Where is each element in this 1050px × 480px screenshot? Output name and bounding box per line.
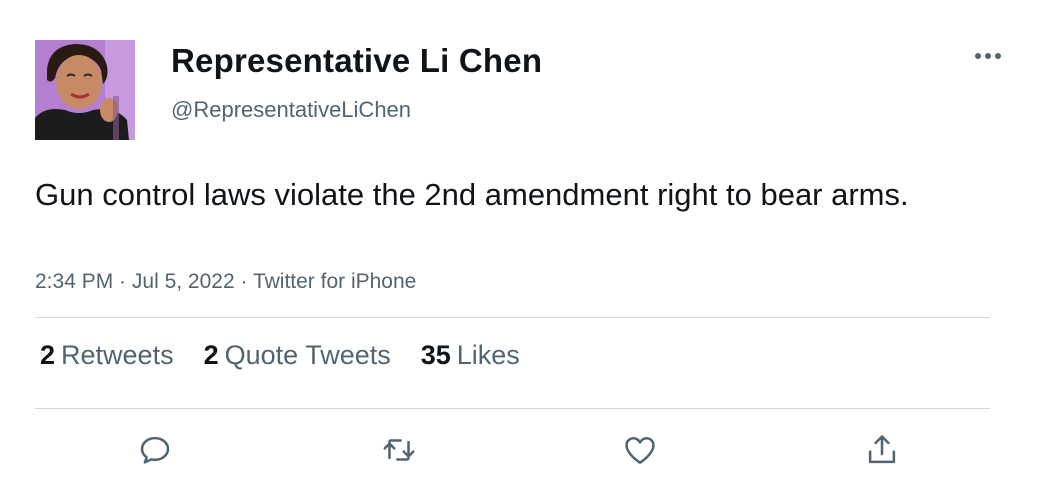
like-button[interactable]	[620, 430, 660, 470]
avatar-image	[35, 40, 135, 140]
share-button[interactable]	[862, 430, 902, 470]
likes-label: Likes	[456, 340, 520, 370]
tweet-source[interactable]: Twitter for iPhone	[253, 270, 416, 293]
retweets-label: Retweets	[61, 340, 174, 370]
reply-icon	[140, 436, 170, 464]
tweet-stats: 2 Retweets 2 Quote Tweets 35 Likes	[40, 340, 550, 371]
divider	[35, 317, 990, 318]
avatar[interactable]	[35, 40, 135, 140]
retweets-stat[interactable]: 2 Retweets	[40, 340, 174, 371]
more-icon	[975, 53, 1001, 59]
likes-stat[interactable]: 35 Likes	[421, 340, 520, 371]
tweet-actions	[0, 430, 1050, 470]
quote-tweets-count: 2	[203, 340, 219, 370]
meta-separator: ·	[113, 270, 132, 293]
tweet-time[interactable]: 2:34 PM	[35, 270, 113, 293]
tweet-metadata: 2:34 PM · Jul 5, 2022 · Twitter for iPho…	[35, 270, 416, 294]
tweet-date[interactable]: Jul 5, 2022	[132, 270, 235, 293]
quote-tweets-stat[interactable]: 2 Quote Tweets	[204, 340, 391, 371]
divider	[35, 408, 990, 409]
reply-button[interactable]	[135, 430, 175, 470]
display-name[interactable]: Representative Li Chen	[171, 42, 542, 80]
likes-count: 35	[420, 340, 451, 370]
share-icon	[868, 435, 896, 464]
meta-separator: ·	[234, 270, 253, 293]
user-handle[interactable]: @RepresentativeLiChen	[171, 97, 411, 123]
like-icon	[625, 437, 655, 464]
retweet-button[interactable]	[379, 430, 419, 470]
tweet-text: Gun control laws violate the 2nd amendme…	[35, 177, 909, 212]
retweets-count: 2	[40, 340, 56, 370]
retweet-icon	[383, 439, 415, 461]
more-options-button[interactable]	[968, 42, 1008, 70]
quote-tweets-label: Quote Tweets	[224, 340, 391, 370]
